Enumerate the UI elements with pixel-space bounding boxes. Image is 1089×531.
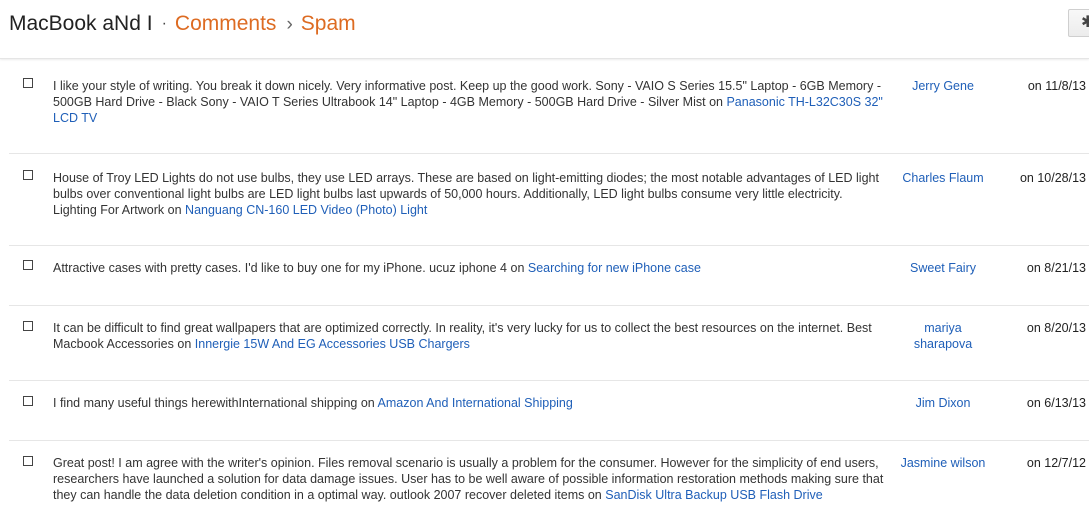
comment-on-label: on (709, 95, 723, 109)
comment-checkbox[interactable] (23, 170, 33, 180)
breadcrumb-comments-link[interactable]: Comments (175, 12, 277, 35)
comment-body: I find many useful things herewithIntern… (53, 396, 358, 410)
comment-list: I like your style of writing. You break … (0, 59, 1089, 531)
comment-text: I find many useful things herewithIntern… (53, 395, 889, 411)
comment-post-link[interactable]: Searching for new iPhone case (528, 261, 701, 275)
settings-button[interactable]: ✱ (1068, 9, 1089, 37)
comment-text: I like your style of writing. You break … (53, 78, 889, 126)
comment-checkbox[interactable] (23, 260, 33, 270)
comment-body: Attractive cases with pretty cases. I'd … (53, 261, 508, 275)
comment-post-link[interactable]: Amazon And International Shipping (378, 396, 573, 410)
comment-row: Great post! I am agree with the writer's… (9, 441, 1089, 531)
comment-row: I like your style of writing. You break … (9, 59, 1089, 154)
comment-author-link[interactable]: mariya sharapova (898, 320, 988, 352)
comment-date: on 8/20/13 (1026, 321, 1086, 335)
comment-date: on 6/13/13 (1026, 396, 1086, 410)
comment-on-label: on (587, 488, 602, 502)
comment-text: Attractive cases with pretty cases. I'd … (53, 260, 889, 276)
breadcrumb-current-spam: Spam (300, 12, 356, 35)
comment-author-link[interactable]: Sweet Fairy (887, 260, 999, 276)
comment-text: It can be difficult to find great wallpa… (53, 320, 889, 352)
comment-row: I find many useful things herewithIntern… (9, 381, 1089, 441)
comment-author-link[interactable]: Charles Flaum (887, 170, 999, 186)
comment-date: on 8/21/13 (1026, 261, 1086, 275)
comment-on-label: on (177, 337, 192, 351)
breadcrumb-dot: · (161, 15, 167, 32)
comment-post-link[interactable]: SanDisk Ultra Backup USB Flash Drive (605, 488, 822, 502)
comment-row: House of Troy LED Lights do not use bulb… (9, 154, 1089, 246)
comment-row: Attractive cases with pretty cases. I'd … (9, 246, 1089, 306)
comment-on-label: on (167, 203, 182, 217)
comment-date: on 12/7/12 (1026, 456, 1086, 470)
top-header: MacBook aNd I · Comments › Spam ✱ (0, 0, 1089, 59)
blog-name[interactable]: MacBook aNd I (9, 12, 153, 35)
comment-author-link[interactable]: Jasmine wilson (887, 455, 999, 471)
comment-checkbox[interactable] (23, 396, 33, 406)
comment-author-link[interactable]: Jerry Gene (887, 78, 999, 94)
comment-text: House of Troy LED Lights do not use bulb… (53, 170, 889, 218)
comment-post-link[interactable]: Nanguang CN-160 LED Video (Photo) Light (185, 203, 427, 217)
comment-checkbox[interactable] (23, 456, 33, 466)
gear-icon: ✱ (1081, 14, 1089, 31)
breadcrumb: MacBook aNd I · Comments › Spam (9, 11, 356, 39)
comment-checkbox[interactable] (23, 321, 33, 331)
comment-checkbox[interactable] (23, 78, 33, 88)
comment-post-link[interactable]: Innergie 15W And EG Accessories USB Char… (195, 337, 470, 351)
comment-on-label: on (510, 261, 525, 275)
breadcrumb-separator: › (286, 14, 293, 35)
comment-on-label: on (360, 396, 375, 410)
comment-author-link[interactable]: Jim Dixon (887, 395, 999, 411)
comment-date: on 11/8/13 (1027, 79, 1086, 93)
comment-row: It can be difficult to find great wallpa… (9, 306, 1089, 381)
comment-date: on 10/28/13 (1019, 171, 1086, 185)
comment-text: Great post! I am agree with the writer's… (53, 455, 889, 503)
